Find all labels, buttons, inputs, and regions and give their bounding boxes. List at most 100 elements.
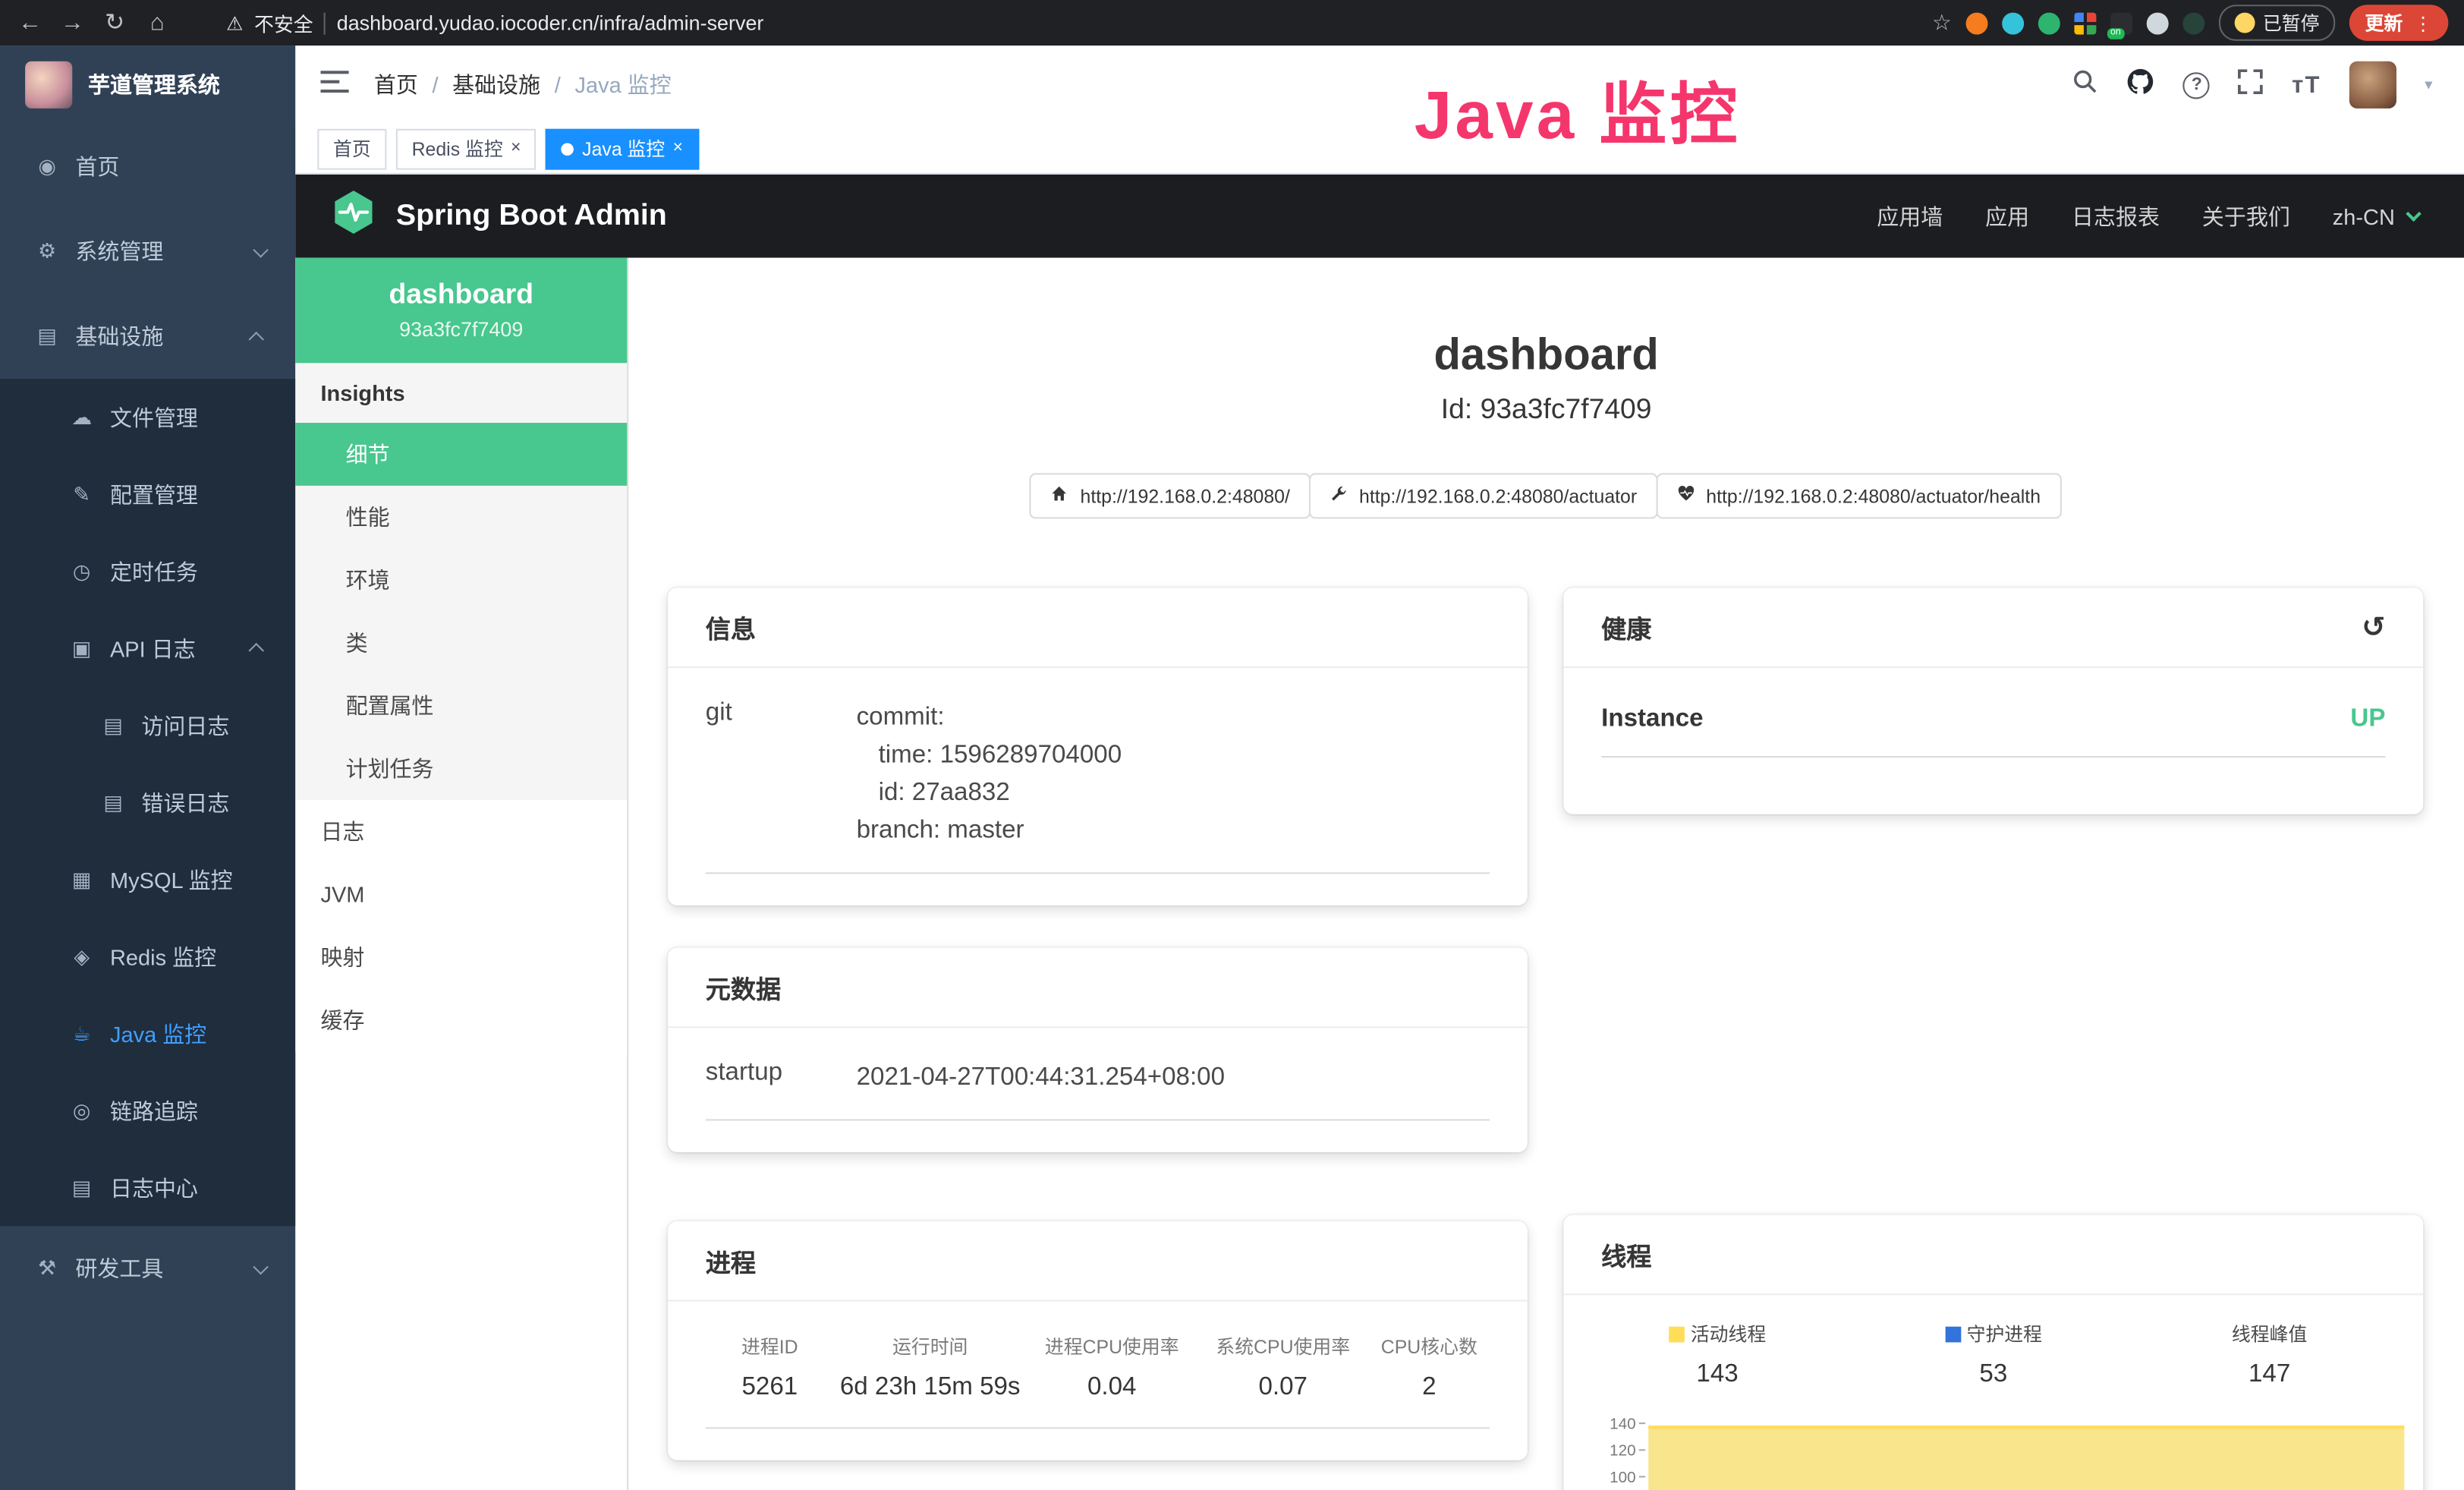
- sba-nav-applications[interactable]: 应用: [1985, 200, 2029, 232]
- sidebar-item-infrastructure[interactable]: ▤ 基础设施: [0, 294, 295, 379]
- browser-back-icon[interactable]: ←: [16, 0, 44, 46]
- fullscreen-icon[interactable]: [2239, 68, 2264, 101]
- url-text: dashboard.yudao.iocoder.cn/infra/admin-s…: [337, 11, 764, 34]
- metadata-value: 2021-04-27T00:44:31.254+08:00: [857, 1060, 1225, 1098]
- stat-label: CPU核心数: [1368, 1333, 1490, 1359]
- address-bar[interactable]: ⚠ 不安全 dashboard.yudao.iocoder.cn/infra/a…: [185, 8, 1918, 37]
- sba-item-mappings[interactable]: 映射: [295, 926, 627, 989]
- browser-extension-icon-3[interactable]: [2038, 12, 2060, 34]
- breadcrumb-separator: /: [432, 72, 438, 97]
- sba-item-details[interactable]: 细节: [295, 423, 627, 486]
- history-icon[interactable]: ↺: [2362, 613, 2385, 641]
- health-url-link[interactable]: http://192.168.0.2:48080/actuator/health: [1656, 473, 2061, 518]
- sba-nav-about[interactable]: 关于我们: [2202, 200, 2290, 232]
- sidebar-item-system-management[interactable]: ⚙ 系统管理: [0, 209, 295, 294]
- tools-icon: ⚒: [35, 1256, 60, 1281]
- bookmark-star-icon[interactable]: ☆: [1932, 9, 1952, 36]
- insights-group: Insights 细节 性能 环境 类 配置属性 计划任务: [295, 363, 627, 800]
- sidebar-item-error-logs[interactable]: ▤ 错误日志: [0, 764, 295, 840]
- browser-reload-icon[interactable]: ↻: [101, 0, 129, 46]
- annotation-java-monitor: Java 监控: [1415, 83, 1741, 151]
- profile-paused-chip[interactable]: 已暂停: [2219, 5, 2335, 41]
- sba-item-environment[interactable]: 环境: [295, 549, 627, 612]
- breadcrumb: 首页 / 基础设施 / Java 监控: [374, 69, 672, 100]
- breadcrumb-item-infrastructure[interactable]: 基础设施: [452, 69, 540, 100]
- sidebar-item-tracing[interactable]: ◎ 链路追踪: [0, 1072, 295, 1148]
- sidebar-item-mysql-monitor[interactable]: ▦ MySQL 监控: [0, 841, 295, 918]
- caret-down-icon[interactable]: ▾: [2425, 76, 2432, 93]
- search-icon[interactable]: [2072, 68, 2098, 102]
- service-url-link[interactable]: http://192.168.0.2:48080/: [1030, 473, 1311, 518]
- tags-view-bar: 首页 Redis 监控 × Java 监控 ×: [295, 124, 2464, 175]
- sidebar-item-file-management[interactable]: ☁ 文件管理: [0, 379, 295, 455]
- paused-label: 已暂停: [2263, 9, 2320, 36]
- infrastructure-submenu: ☁ 文件管理 ✎ 配置管理 ◷ 定时任务 ▣ API 日志 ▤: [0, 379, 295, 1226]
- browser-home-icon[interactable]: ⌂: [143, 0, 171, 46]
- close-icon[interactable]: ×: [511, 140, 521, 157]
- live-threads-swatch: [1669, 1327, 1685, 1343]
- legend-peak-threads: 线程峰值 147: [2132, 1320, 2408, 1389]
- legend-label: 活动线程: [1691, 1324, 1766, 1346]
- browser-extension-icon-4[interactable]: [2074, 12, 2096, 34]
- sba-item-metrics[interactable]: 性能: [295, 486, 627, 549]
- info-key: git: [706, 700, 857, 851]
- browser-menu-icon[interactable]: ⋮: [2414, 12, 2433, 34]
- tab-home[interactable]: 首页: [317, 128, 386, 169]
- app-logo[interactable]: 芋道管理系统: [0, 46, 295, 124]
- browser-chrome: ← → ↻ ⌂ ⚠ 不安全 dashboard.yudao.iocoder.cn…: [0, 0, 2464, 46]
- infrastructure-icon: ▤: [35, 324, 60, 349]
- browser-forward-icon[interactable]: →: [58, 0, 87, 46]
- browser-extension-icon-5[interactable]: on: [2110, 12, 2132, 34]
- sba-sidebar: dashboard 93a3fc7f7409 Insights 细节 性能 环境…: [295, 258, 628, 1490]
- sidebar-item-config-management[interactable]: ✎ 配置管理: [0, 456, 295, 533]
- browser-extension-icon-6[interactable]: [2147, 12, 2169, 34]
- sba-item-caches[interactable]: 缓存: [295, 989, 627, 1052]
- tab-java-monitor[interactable]: Java 监控 ×: [546, 128, 699, 169]
- sba-item-config-props[interactable]: 配置属性: [295, 674, 627, 737]
- tab-redis-monitor[interactable]: Redis 监控 ×: [396, 128, 537, 169]
- user-avatar[interactable]: [2349, 61, 2396, 109]
- browser-update-button[interactable]: 更新 ⋮: [2349, 5, 2448, 41]
- locale-selector[interactable]: zh-CN: [2333, 203, 2417, 228]
- sidebar-item-scheduled-jobs[interactable]: ◷ 定时任务: [0, 533, 295, 610]
- github-icon[interactable]: [2127, 67, 2155, 103]
- sidebar-item-access-logs[interactable]: ▤ 访问日志: [0, 687, 295, 764]
- sba-item-classes[interactable]: 类: [295, 612, 627, 675]
- browser-extension-icon-2[interactable]: [2002, 12, 2024, 34]
- sidebar-toggle[interactable]: [320, 70, 348, 99]
- actuator-url-link[interactable]: http://192.168.0.2:48080/actuator: [1309, 473, 1657, 518]
- sidebar-item-redis-monitor[interactable]: ◈ Redis 监控: [0, 918, 295, 994]
- sba-item-scheduled-tasks[interactable]: 计划任务: [295, 737, 627, 800]
- sba-nav-wallboard[interactable]: 应用墙: [1877, 200, 1943, 232]
- sba-item-logs[interactable]: 日志: [295, 800, 627, 863]
- sidebar-item-api-logs[interactable]: ▣ API 日志: [0, 610, 295, 686]
- breadcrumb-item-home[interactable]: 首页: [374, 69, 418, 100]
- browser-extension-icon-1[interactable]: [1966, 12, 1988, 34]
- close-icon[interactable]: ×: [673, 140, 683, 157]
- stat-process-cpu: 进程CPU使用率 0.04: [1027, 1333, 1197, 1402]
- sidebar-item-log-center[interactable]: ▤ 日志中心: [0, 1149, 295, 1226]
- instance-header[interactable]: dashboard 93a3fc7f7409: [295, 258, 627, 364]
- redis-icon: ◈: [69, 944, 94, 969]
- browser-extension-icon-7[interactable]: [2182, 12, 2204, 34]
- sba-item-jvm[interactable]: JVM: [295, 863, 627, 926]
- sba-nav-journal[interactable]: 日志报表: [2072, 200, 2160, 232]
- dashboard-icon: ◉: [35, 154, 60, 179]
- sidebar-item-java-monitor[interactable]: ☕ Java 监控: [0, 995, 295, 1072]
- health-row-instance: Instance UP: [1601, 700, 2385, 758]
- card-title: 元数据: [706, 969, 781, 1006]
- sidebar-item-dev-tools[interactable]: ⚒ 研发工具: [0, 1226, 295, 1311]
- metadata-card: 元数据 startup 2021-04-27T00:44:31.254+08:0…: [668, 948, 1528, 1152]
- info-row-git: git commit: time: 1596289704000 id: 27aa…: [706, 700, 1490, 874]
- screen: ← → ↻ ⌂ ⚠ 不安全 dashboard.yudao.iocoder.cn…: [0, 0, 2464, 1490]
- extension-on-badge: on: [2107, 27, 2124, 38]
- sidebar-item-label: 基础设施: [75, 320, 163, 351]
- sba-brand: Spring Boot Admin: [396, 199, 667, 234]
- font-size-icon[interactable]: ᴛT: [2292, 71, 2321, 98]
- sidebar-item-home[interactable]: ◉ 首页: [0, 124, 295, 209]
- breadcrumb-separator: /: [555, 72, 561, 97]
- link-label: http://192.168.0.2:48080/: [1081, 485, 1290, 507]
- sidebar-item-label: 日志中心: [110, 1172, 198, 1203]
- health-card: 健康 ↺ Instance UP: [1563, 587, 2423, 814]
- help-icon[interactable]: ?: [2183, 71, 2210, 98]
